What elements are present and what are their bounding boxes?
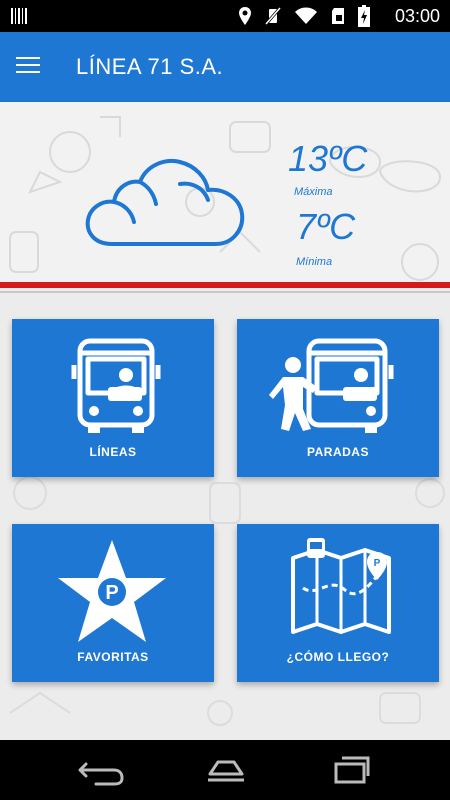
lineas-button[interactable]: LÍNEAS: [12, 319, 214, 477]
menu-grid: LÍNEAS PARADAS P FAVORITAS P ¿CÓMO LLEGO…: [0, 293, 450, 740]
min-temperature-label: Mínima: [296, 256, 333, 268]
cloud-icon: [85, 159, 245, 246]
location-icon: [238, 6, 252, 31]
svg-text:P: P: [374, 558, 381, 569]
max-temperature-label: Máxima: [294, 186, 333, 198]
lineas-label: LÍNEAS: [89, 445, 137, 459]
favoritas-label: FAVORITAS: [77, 650, 149, 664]
navigation-bar: [0, 740, 450, 800]
status-bar: 03:00: [0, 0, 450, 32]
sd-card-icon: [330, 6, 346, 31]
favoritas-button[interactable]: P FAVORITAS: [12, 524, 214, 682]
max-temperature: 13ºC: [288, 138, 368, 179]
barcode-icon: [10, 6, 30, 31]
red-divider: [0, 282, 450, 288]
como-llego-label: ¿CÓMO LLEGO?: [286, 650, 390, 664]
status-time: 03:00: [394, 6, 440, 26]
app-bar: LÍNEA 71 S.A.: [0, 32, 450, 102]
app-title: LÍNEA 71 S.A.: [76, 54, 224, 79]
back-icon[interactable]: [72, 752, 132, 788]
como-llego-button[interactable]: P ¿CÓMO LLEGO?: [237, 524, 439, 682]
paradas-button[interactable]: PARADAS: [237, 319, 439, 477]
recents-icon[interactable]: [322, 752, 382, 788]
battery-charging-icon: [358, 5, 370, 32]
min-temperature: 7ºC: [296, 206, 356, 247]
mute-icon: [264, 6, 282, 31]
wifi-icon: [294, 6, 318, 31]
svg-text:P: P: [105, 582, 118, 604]
home-icon[interactable]: [196, 752, 256, 788]
weather-panel: 13ºC Máxima 7ºC Mínima: [0, 102, 450, 286]
menu-icon[interactable]: [16, 52, 52, 82]
paradas-label: PARADAS: [307, 445, 369, 459]
